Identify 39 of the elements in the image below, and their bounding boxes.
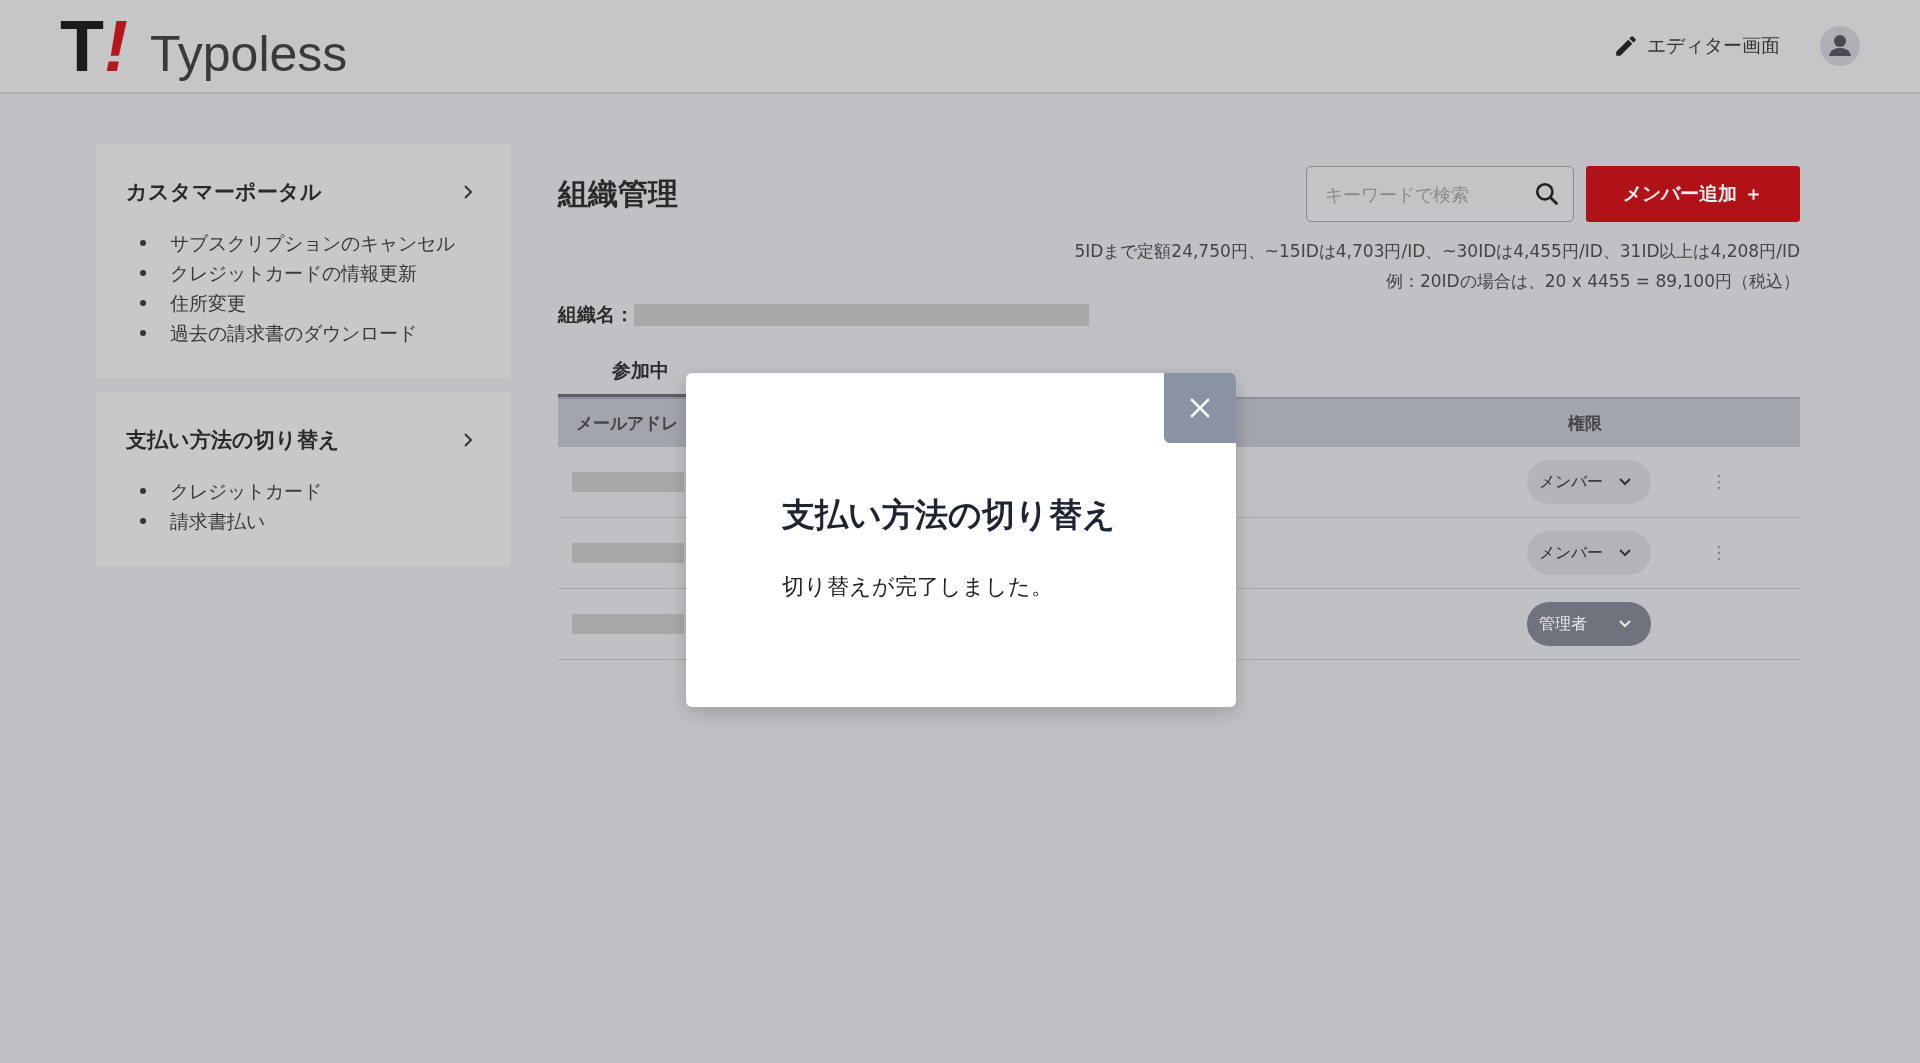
avatar-icon[interactable] <box>1820 26 1860 66</box>
chevron-down-icon <box>1619 549 1631 557</box>
bullet-icon <box>140 300 146 306</box>
dialog-message: 切り替えが完了しました。 <box>782 573 1054 601</box>
bullet-icon <box>140 518 146 524</box>
bullet-icon <box>140 240 146 246</box>
sidebar-link[interactable]: クレジットカードの情報更新 <box>170 258 417 288</box>
bullet-icon <box>140 488 146 494</box>
pencil-icon <box>1613 33 1639 59</box>
add-member-button[interactable]: メンバー追加 ＋ <box>1586 166 1800 222</box>
card-title[interactable]: 支払い方法の切り替え <box>126 426 340 454</box>
card-title[interactable]: カスタマーポータル <box>126 178 322 206</box>
close-button[interactable] <box>1164 373 1236 443</box>
bullet-icon <box>140 330 146 336</box>
chevron-right-icon[interactable] <box>462 184 474 200</box>
search-field[interactable]: キーワードで検索 <box>1306 166 1574 222</box>
role-dropdown[interactable]: 管理者 <box>1527 602 1651 646</box>
sidebar-link[interactable]: クレジットカード <box>170 476 322 506</box>
page-title: 組織管理 <box>558 175 678 213</box>
role-dropdown[interactable]: メンバー <box>1527 531 1651 575</box>
chevron-down-icon <box>1619 620 1631 628</box>
chevron-right-icon[interactable] <box>462 432 474 448</box>
editor-link[interactable]: エディター画面 <box>1613 33 1780 59</box>
sidebar-link[interactable]: 過去の請求書のダウンロード <box>170 318 417 348</box>
search-icon[interactable] <box>1534 181 1560 207</box>
column-header: 権限 <box>1567 411 1603 435</box>
sidebar-link[interactable]: 住所変更 <box>170 288 246 318</box>
column-header: メールアドレ <box>576 411 679 435</box>
price-note: 5IDまで定額24,750円、~15IDは4,703円/ID、~30IDは4,455円/ID、31ID以上は4,208円/ID <box>1073 240 1800 263</box>
org-name-label: 組織名： <box>558 302 634 327</box>
close-icon <box>1189 397 1211 419</box>
sidebar-link[interactable]: サブスクリプションのキャンセル <box>170 228 455 258</box>
bullet-icon <box>140 270 146 276</box>
logo[interactable]: T! Typoless <box>60 9 348 83</box>
dialog-title: 支払い方法の切り替え <box>782 494 1117 536</box>
sidebar-link[interactable]: 請求書払い <box>170 506 265 536</box>
role-dropdown[interactable]: メンバー <box>1527 460 1651 504</box>
price-note: 例：20IDの場合は、20 x 4455 = 89,100円（税込） <box>1384 270 1800 293</box>
chevron-down-icon <box>1619 478 1631 486</box>
